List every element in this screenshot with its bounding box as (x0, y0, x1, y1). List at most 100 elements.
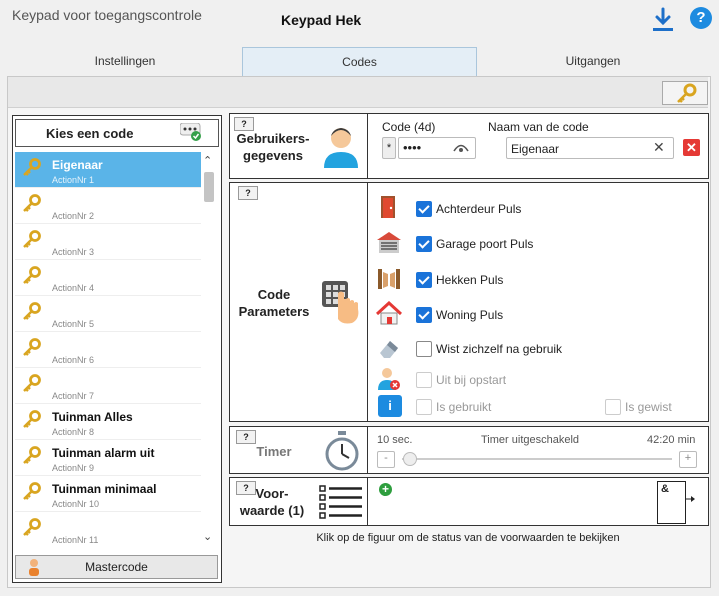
option-checkbox[interactable] (416, 201, 432, 217)
and-gate[interactable]: & (657, 481, 686, 524)
code-list-item[interactable]: ActionNr 7 (15, 368, 201, 404)
timer-minus-button[interactable]: - (377, 451, 395, 468)
mastercode-button[interactable]: Mastercode (15, 555, 218, 579)
mastercode-label: Mastercode (85, 560, 148, 574)
parameters-section: ? Code Parameters Achterdeur Puls Garage … (229, 182, 709, 422)
help-icon[interactable]: ? (690, 7, 712, 29)
key-icon (22, 302, 42, 322)
code-list-title: Kies een code (46, 126, 134, 141)
option-label: Wist zichzelf na gebruik (436, 342, 563, 356)
name-label: Naam van de code (488, 120, 589, 134)
option-checkbox[interactable] (416, 341, 432, 357)
condition-hint: Klik op de figuur om de status van de vo… (316, 532, 620, 544)
parameters-title-line2: Parameters (238, 304, 310, 319)
condition-title-line1: Voor- (255, 486, 289, 501)
key-icon (22, 482, 42, 502)
add-condition-icon[interactable]: + (379, 483, 392, 496)
window-title: Keypad Hek (281, 12, 362, 28)
code-list-item[interactable]: ActionNr 2 (15, 188, 201, 224)
code-list-item[interactable]: ActionNr 11 (15, 512, 201, 545)
is-used-checkbox (416, 399, 432, 415)
garage-icon (377, 232, 401, 253)
checklist-icon (319, 485, 362, 519)
key-icon (22, 194, 42, 214)
scroll-thumb[interactable] (204, 172, 214, 202)
parameters-title-line1: Code (257, 287, 291, 302)
parameters-title: Code Parameters (232, 286, 316, 320)
code-label: Code (4d) (382, 120, 436, 134)
action-number: ActionNr 5 (52, 319, 95, 329)
delete-icon[interactable]: ✕ (683, 139, 700, 156)
user-off-icon (378, 368, 400, 390)
action-number: ActionNr 3 (52, 247, 95, 257)
code-prefix: * (382, 137, 396, 159)
eye-icon[interactable] (453, 142, 469, 154)
app-title: Keypad voor toegangscontrole (12, 7, 202, 23)
code-list-item[interactable]: Tuinman alarm uit ActionNr 9 (15, 440, 201, 476)
option-label: Woning Puls (436, 308, 504, 322)
tab-instellingen[interactable]: Instellingen (10, 47, 240, 75)
is-used-label: Is gebruikt (436, 400, 492, 414)
timer-status: Timer uitgeschakeld (481, 434, 580, 446)
code-list-item[interactable]: ActionNr 6 (15, 332, 201, 368)
timer-min-label: 10 sec. (377, 434, 413, 446)
key-button[interactable] (662, 81, 708, 105)
name-input[interactable]: Eigenaar ✕ (506, 137, 674, 159)
code-list-header: Kies een code (15, 119, 219, 147)
download-icon[interactable] (651, 7, 675, 33)
code-list: Eigenaar ActionNr 1 ActionNr 2 ActionNr 3 Ac… (15, 152, 201, 545)
keypad-hand-icon (322, 281, 359, 324)
help-button[interactable]: ? (238, 186, 258, 200)
code-list-item[interactable]: Tuinman minimaal ActionNr 10 (15, 476, 201, 512)
option-label: Achterdeur Puls (436, 202, 522, 216)
help-button[interactable]: ? (234, 117, 254, 131)
name-value: Eigenaar (511, 142, 560, 156)
option-checkbox[interactable] (416, 236, 432, 252)
user-data-section: ? Gebruikers- gegevens Code (4d) * •••• … (229, 113, 709, 179)
tab-codes[interactable]: Codes (242, 47, 477, 76)
tab-uitgangen[interactable]: Uitgangen (478, 47, 708, 75)
scroll-down-icon[interactable]: ⌄ (203, 530, 212, 543)
code-name: Tuinman minimaal (52, 482, 157, 496)
code-list-scrollbar[interactable]: ⌃ ⌄ (202, 152, 216, 545)
timer-slider-track[interactable] (402, 458, 672, 460)
gate-icon (378, 269, 400, 289)
house-icon (376, 301, 402, 325)
code-list-item[interactable]: ActionNr 5 (15, 296, 201, 332)
user-data-title-line1: Gebruikers- (236, 131, 310, 146)
action-number: ActionNr 1 (52, 175, 95, 185)
eraser-icon (380, 341, 398, 358)
option-checkbox[interactable] (416, 307, 432, 323)
code-list-item[interactable]: ActionNr 3 (15, 224, 201, 260)
key-icon (22, 338, 42, 358)
timer-plus-button[interactable]: + (679, 451, 697, 468)
key-icon (22, 230, 42, 250)
option-checkbox (416, 372, 432, 388)
key-icon (22, 410, 42, 430)
is-erased-label: Is gewist (625, 400, 672, 414)
more-options-icon[interactable] (179, 122, 202, 141)
code-list-item[interactable]: Eigenaar ActionNr 1 (15, 152, 201, 188)
info-icon: i (378, 395, 402, 417)
option-checkbox[interactable] (416, 272, 432, 288)
code-value: •••• (403, 140, 422, 155)
toolbar (8, 77, 708, 108)
section-divider (367, 183, 368, 421)
action-number: ActionNr 8 (52, 427, 95, 437)
master-user-icon (29, 559, 39, 576)
code-list-item[interactable]: Tuinman Alles ActionNr 8 (15, 404, 201, 440)
key-icon (22, 446, 42, 466)
key-icon (22, 374, 42, 394)
action-number: ActionNr 2 (52, 211, 95, 221)
scroll-up-icon[interactable]: ⌃ (203, 154, 212, 167)
code-list-item[interactable]: ActionNr 4 (15, 260, 201, 296)
action-number: ActionNr 6 (52, 355, 95, 365)
timer-slider-thumb[interactable] (403, 452, 417, 466)
help-button[interactable]: ? (236, 430, 256, 444)
clear-icon[interactable]: ✕ (653, 139, 665, 156)
condition-title: Voor- waarde (1) (234, 485, 310, 519)
action-number: ActionNr 10 (52, 499, 100, 509)
code-input[interactable]: •••• (398, 137, 476, 159)
key-icon (22, 518, 42, 538)
action-number: ActionNr 11 (52, 535, 99, 545)
